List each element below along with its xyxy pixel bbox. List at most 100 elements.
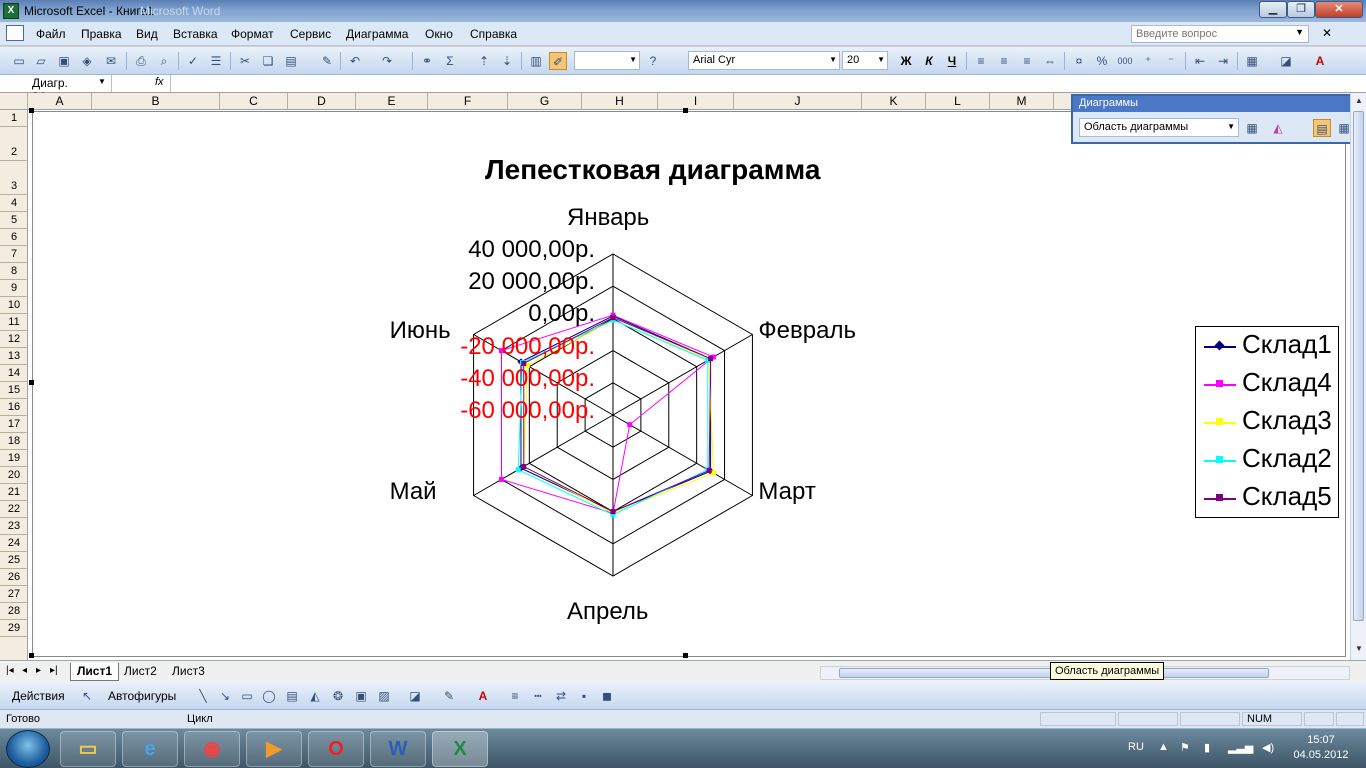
vertical-scroll-thumb[interactable] [1353,111,1364,621]
align-left-icon[interactable]: ≡ [972,52,990,70]
save-icon[interactable]: ▣ [55,52,73,70]
chart-wizard-icon[interactable]: ▥ [527,52,545,70]
chart-element-select[interactable]: Область диаграммы ▼ [1079,118,1239,137]
column-header[interactable]: B [92,93,220,110]
axis-tick-label[interactable]: -60 000,00р. [415,397,595,425]
row-header[interactable]: 23 [0,518,28,535]
underline-button[interactable]: Ч [943,52,961,70]
print-preview-icon[interactable]: ⌕ [155,52,173,70]
font-color-icon[interactable]: A [474,687,492,705]
undo-icon[interactable]: ↶ [346,52,364,70]
axis-tick-label[interactable]: -40 000,00р. [415,365,595,393]
oval-icon[interactable]: ◯ [260,687,278,705]
column-header[interactable]: K [862,93,926,110]
increase-decimal-icon[interactable]: ⁺ [1139,52,1157,70]
redo-icon[interactable]: ↷ [378,52,396,70]
picture-icon[interactable]: ▨ [375,687,393,705]
word-taskbar-icon[interactable]: W [370,731,426,767]
shadow-icon[interactable]: ▪ [575,687,593,705]
sheet-tab-3[interactable]: Лист3 [166,663,211,681]
legend-item[interactable]: Склад2 [1202,441,1338,479]
row-header[interactable]: 25 [0,552,28,569]
data-point-Склад4[interactable] [498,476,504,482]
category-label[interactable]: Февраль [758,317,856,345]
chart-area[interactable]: Лепестковая диаграмма 40 000,00р. 20 000,… [32,111,1346,657]
line-style-icon[interactable]: ≡ [506,687,524,705]
action-center-icon[interactable]: ⚑ [1180,741,1190,754]
row-header[interactable]: 5 [0,212,28,229]
fill-color-icon[interactable]: ◪ [1277,52,1295,70]
chevron-down-icon[interactable]: ▼ [1227,122,1235,131]
row-header[interactable]: 16 [0,399,28,416]
clipart-icon[interactable]: ▣ [352,687,370,705]
row-header[interactable]: 13 [0,348,28,365]
excel-app-icon[interactable]: X [3,3,19,19]
row-header[interactable]: 4 [0,195,28,212]
font-name-select[interactable]: Arial Cyr ▼ [688,51,840,70]
column-header[interactable]: J [734,93,862,110]
hyperlink-icon[interactable]: ⚭ [418,52,436,70]
row-header[interactable]: 9 [0,280,28,297]
network-icon[interactable]: ▂▃▅ [1228,741,1253,754]
zoom-select[interactable]: ▼ [574,51,640,70]
research-icon[interactable]: ☰ [207,52,225,70]
menu-format[interactable]: Формат [231,27,274,41]
print-icon[interactable]: ⎙ [132,52,150,70]
category-label[interactable]: Март [758,478,815,506]
chevron-down-icon[interactable]: ▼ [829,55,837,64]
arrow-style-icon[interactable]: ⇄ [552,687,570,705]
data-point-Склад2[interactable] [515,467,521,473]
chevron-down-icon[interactable]: ▼ [877,55,885,64]
axis-tick-label[interactable]: 20 000,00р. [415,268,595,296]
category-label[interactable]: Апрель [567,598,648,626]
legend-item[interactable]: Склад1 [1202,327,1338,365]
row-header[interactable]: 7 [0,246,28,263]
italic-button[interactable]: К [920,52,938,70]
rectangle-icon[interactable]: ▭ [238,687,256,705]
data-point-Склад4[interactable] [627,422,633,428]
row-header[interactable]: 26 [0,569,28,586]
menu-chart[interactable]: Диаграмма [346,27,408,41]
chart-type-icon[interactable]: ◭ [1269,119,1287,137]
copy-icon[interactable]: ❏ [259,52,277,70]
selection-handle[interactable] [29,380,34,385]
menu-edit[interactable]: Правка [81,27,122,41]
currency-icon[interactable]: ¤ [1070,52,1088,70]
format-painter-icon[interactable]: ✎ [318,52,336,70]
row-header[interactable]: 19 [0,450,28,467]
percent-icon[interactable]: % [1093,52,1111,70]
column-header[interactable]: M [990,93,1054,110]
explorer-taskbar-icon[interactable]: ▭ [60,731,116,767]
scroll-down-icon[interactable]: ▼ [1352,641,1366,657]
column-header[interactable]: E [356,93,428,110]
menu-close-icon[interactable]: ✕ [1322,26,1332,40]
menu-tools[interactable]: Сервис [290,27,331,41]
row-header[interactable]: 22 [0,501,28,518]
row-header[interactable]: 2 [0,127,28,161]
column-header[interactable]: F [428,93,508,110]
line-color-icon[interactable]: ✎ [440,687,458,705]
power-icon[interactable]: ▮ [1204,741,1210,754]
next-sheet-icon[interactable]: ▸ [36,665,41,676]
draw-actions-menu[interactable]: Действия [12,689,65,703]
row-header[interactable]: 1 [0,110,28,127]
permission-icon[interactable]: ◈ [78,52,96,70]
row-header[interactable]: 27 [0,586,28,603]
text-box-icon[interactable]: ▤ [283,687,301,705]
row-header[interactable]: 24 [0,535,28,552]
menu-file[interactable]: Файл [36,27,66,41]
data-point-Склад5[interactable] [706,468,712,474]
merge-center-icon[interactable]: ⇔ [1041,52,1059,70]
legend-item[interactable]: Склад3 [1202,403,1338,441]
maximize-button[interactable]: ❐ [1287,1,1315,18]
minimize-button[interactable]: ▁ [1259,1,1287,18]
row-header[interactable]: 8 [0,263,28,280]
column-header[interactable]: L [926,93,990,110]
category-label[interactable]: Май [390,478,437,506]
function-icon[interactable]: fx [155,76,164,88]
formula-input[interactable] [170,75,1360,92]
last-sheet-icon[interactable]: ▸| [50,665,58,676]
row-header[interactable]: 20 [0,467,28,484]
menu-help[interactable]: Справка [470,27,517,41]
category-label[interactable]: Июнь [390,317,451,345]
